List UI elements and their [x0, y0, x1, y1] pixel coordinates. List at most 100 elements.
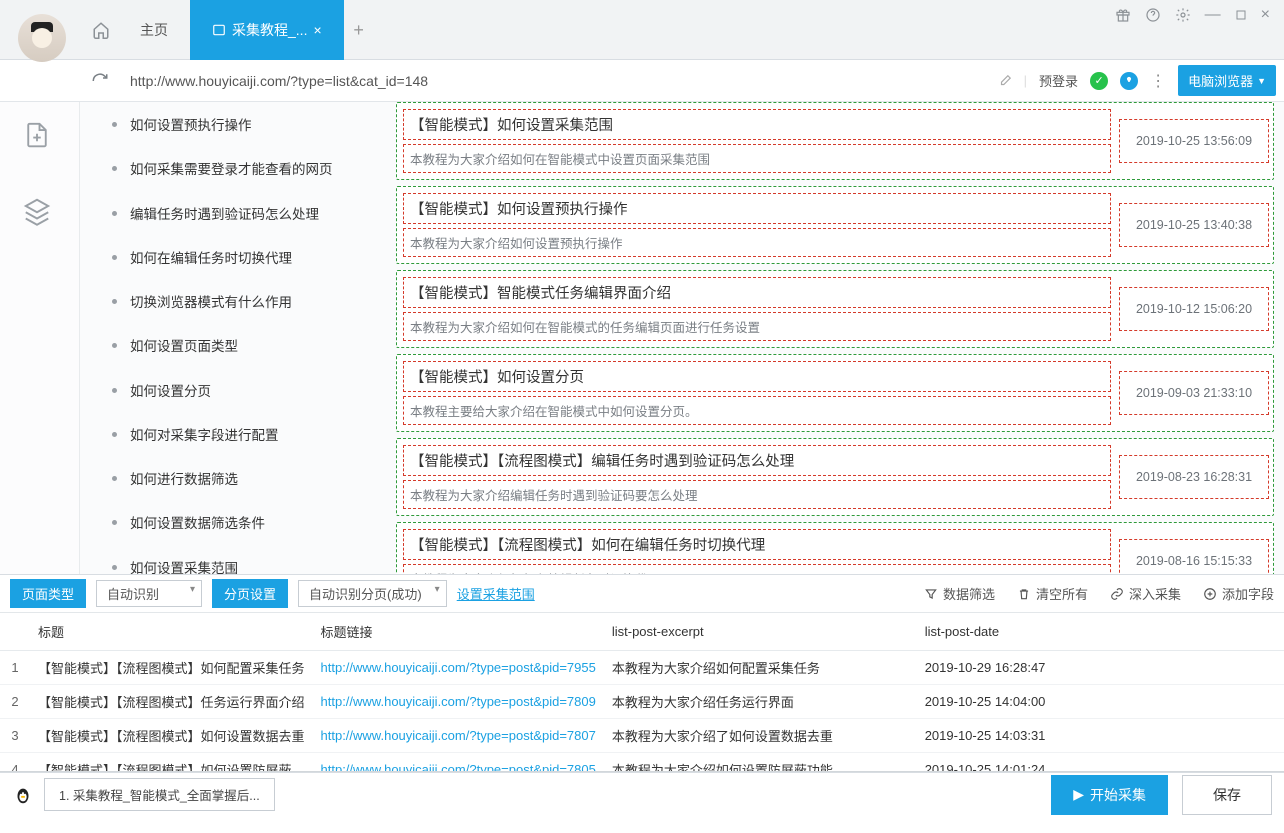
help-icon[interactable]: [1145, 7, 1161, 23]
article-date: 2019-08-16 15:15:33: [1119, 539, 1269, 574]
cell-excerpt: 本教程为大家介绍如何设置防屏蔽功能: [604, 753, 917, 773]
col-excerpt[interactable]: list-post-excerpt: [604, 613, 917, 651]
tab-home-label: 主页: [140, 20, 168, 40]
col-link[interactable]: 标题链接: [313, 613, 604, 651]
tab-strip: 主页 采集教程_... × +: [84, 0, 1115, 60]
sidebar-item[interactable]: 如何设置预执行操作: [112, 104, 362, 148]
cell-link[interactable]: http://www.houyicaiji.com/?type=post&pid…: [313, 651, 604, 685]
row-index: 3: [0, 719, 30, 753]
cell-link[interactable]: http://www.houyicaiji.com/?type=post&pid…: [313, 685, 604, 719]
tab-close-icon[interactable]: ×: [313, 22, 321, 38]
add-field-button[interactable]: 添加字段: [1203, 584, 1274, 603]
qq-icon[interactable]: [12, 784, 34, 806]
status-blue-icon[interactable]: [1120, 72, 1138, 90]
paging-button[interactable]: 分页设置: [212, 579, 288, 608]
sidebar-item[interactable]: 如何设置分页: [112, 370, 362, 414]
minimize-icon[interactable]: —: [1205, 6, 1221, 24]
clear-button[interactable]: 清空所有: [1017, 584, 1088, 603]
cell-title: 【智能模式】【流程图模式】如何配置采集任务: [30, 651, 313, 685]
close-icon[interactable]: ×: [1261, 6, 1270, 24]
data-table: 标题 标题链接 list-post-excerpt list-post-date…: [0, 613, 1284, 772]
article-list: 【智能模式】如何设置采集范围 本教程为大家介绍如何在智能模式中设置页面采集范围 …: [370, 102, 1284, 574]
sidebar-item[interactable]: 如何在编辑任务时切换代理: [112, 237, 362, 281]
data-table-wrap: 标题 标题链接 list-post-excerpt list-post-date…: [0, 612, 1284, 772]
sidebar-item[interactable]: 如何设置页面类型: [112, 325, 362, 369]
sidebar-item[interactable]: 如何对采集字段进行配置: [112, 414, 362, 458]
status-green-icon[interactable]: ✓: [1090, 72, 1108, 90]
article-card[interactable]: 【智能模式】【流程图模式】如何在编辑任务时切换代理 本教程为大家介绍如何在编辑任…: [396, 522, 1274, 574]
tab-home[interactable]: 主页: [118, 0, 190, 60]
gift-icon[interactable]: [1115, 7, 1131, 23]
article-date: 2019-09-03 21:33:10: [1119, 371, 1269, 415]
col-date[interactable]: list-post-date: [917, 613, 1284, 651]
deep-button[interactable]: 深入采集: [1110, 584, 1181, 603]
article-date: 2019-10-25 13:56:09: [1119, 119, 1269, 163]
page-type-button[interactable]: 页面类型: [10, 579, 86, 608]
article-title[interactable]: 【智能模式】如何设置预执行操作: [403, 193, 1111, 224]
article-date: 2019-10-25 13:40:38: [1119, 203, 1269, 247]
article-title[interactable]: 【智能模式】【流程图模式】如何在编辑任务时切换代理: [403, 529, 1111, 560]
page-sidebar: 如何设置预执行操作如何采集需要登录才能查看的网页编辑任务时遇到验证码怎么处理如何…: [80, 102, 370, 574]
cell-date: 2019-10-25 14:03:31: [917, 719, 1284, 753]
cell-date: 2019-10-25 14:04:00: [917, 685, 1284, 719]
tab-add-button[interactable]: +: [344, 15, 374, 45]
set-range-link[interactable]: 设置采集范围: [457, 584, 535, 603]
task-tab[interactable]: 1. 采集教程_智能模式_全面掌握后...: [44, 778, 275, 811]
start-button[interactable]: ▶ 开始采集: [1051, 775, 1168, 815]
article-excerpt: 本教程为大家介绍如何在编辑任务时切换代理: [403, 564, 1111, 574]
maximize-icon[interactable]: [1235, 9, 1247, 21]
url-bar: | 预登录 ✓ ⋮ 电脑浏览器 ▼: [0, 60, 1284, 102]
home-icon[interactable]: [84, 13, 118, 47]
article-card[interactable]: 【智能模式】如何设置分页 本教程主要给大家介绍在智能模式中如何设置分页。 201…: [396, 354, 1274, 432]
article-excerpt: 本教程为大家介绍如何设置预执行操作: [403, 228, 1111, 257]
sidebar-item[interactable]: 如何设置采集范围: [112, 547, 362, 575]
main: 如何设置预执行操作如何采集需要登录才能查看的网页编辑任务时遇到验证码怎么处理如何…: [0, 102, 1284, 574]
save-button[interactable]: 保存: [1182, 775, 1272, 815]
sidebar-item[interactable]: 如何进行数据筛选: [112, 458, 362, 502]
article-title[interactable]: 【智能模式】如何设置分页: [403, 361, 1111, 392]
article-card[interactable]: 【智能模式】智能模式任务编辑界面介绍 本教程为大家介绍如何在智能模式的任务编辑页…: [396, 270, 1274, 348]
url-input[interactable]: [122, 67, 988, 95]
col-index: [0, 613, 30, 651]
cell-link[interactable]: http://www.houyicaiji.com/?type=post&pid…: [313, 753, 604, 773]
more-icon[interactable]: ⋮: [1150, 71, 1166, 91]
prelogin-link[interactable]: 预登录: [1039, 71, 1078, 90]
table-row[interactable]: 1 【智能模式】【流程图模式】如何配置采集任务 http://www.houyi…: [0, 651, 1284, 685]
bottombar: 1. 采集教程_智能模式_全面掌握后... ▶ 开始采集 保存: [0, 772, 1284, 816]
article-excerpt: 本教程为大家介绍如何在智能模式中设置页面采集范围: [403, 144, 1111, 173]
col-title[interactable]: 标题: [30, 613, 313, 651]
article-card[interactable]: 【智能模式】如何设置预执行操作 本教程为大家介绍如何设置预执行操作 2019-1…: [396, 186, 1274, 264]
cell-date: 2019-10-25 14:01:24: [917, 753, 1284, 773]
tab-active[interactable]: 采集教程_... ×: [190, 0, 344, 60]
sidebar-item[interactable]: 切换浏览器模式有什么作用: [112, 281, 362, 325]
sidebar-item[interactable]: 如何设置数据筛选条件: [112, 502, 362, 546]
sidebar-item[interactable]: 如何采集需要登录才能查看的网页: [112, 148, 362, 192]
avatar[interactable]: [18, 14, 66, 62]
cell-link[interactable]: http://www.houyicaiji.com/?type=post&pid…: [313, 719, 604, 753]
filter-button[interactable]: 数据筛选: [924, 584, 995, 603]
table-row[interactable]: 4 【智能模式】【流程图模式】如何设置防屏蔽 http://www.houyic…: [0, 753, 1284, 773]
cell-title: 【智能模式】【流程图模式】如何设置数据去重: [30, 719, 313, 753]
article-title[interactable]: 【智能模式】智能模式任务编辑界面介绍: [403, 277, 1111, 308]
sidebar-item[interactable]: 编辑任务时遇到验证码怎么处理: [112, 193, 362, 237]
row-index: 2: [0, 685, 30, 719]
table-row[interactable]: 3 【智能模式】【流程图模式】如何设置数据去重 http://www.houyi…: [0, 719, 1284, 753]
table-row[interactable]: 2 【智能模式】【流程图模式】任务运行界面介绍 http://www.houyi…: [0, 685, 1284, 719]
page-icon: [212, 23, 226, 37]
tab-active-label: 采集教程_...: [232, 20, 307, 40]
cell-excerpt: 本教程为大家介绍如何配置采集任务: [604, 651, 917, 685]
gear-icon[interactable]: [1175, 7, 1191, 23]
pencil-icon[interactable]: [998, 74, 1012, 88]
article-title[interactable]: 【智能模式】【流程图模式】编辑任务时遇到验证码怎么处理: [403, 445, 1111, 476]
article-card[interactable]: 【智能模式】如何设置采集范围 本教程为大家介绍如何在智能模式中设置页面采集范围 …: [396, 102, 1274, 180]
browser-mode-button[interactable]: 电脑浏览器 ▼: [1178, 65, 1276, 96]
article-title[interactable]: 【智能模式】如何设置采集范围: [403, 109, 1111, 140]
article-excerpt: 本教程为大家介绍编辑任务时遇到验证码要怎么处理: [403, 480, 1111, 509]
reload-icon[interactable]: [88, 69, 112, 93]
layers-icon[interactable]: [22, 196, 58, 232]
paging-dropdown[interactable]: 自动识别分页(成功): [298, 580, 447, 607]
article-card[interactable]: 【智能模式】【流程图模式】编辑任务时遇到验证码怎么处理 本教程为大家介绍编辑任务…: [396, 438, 1274, 516]
page-type-dropdown[interactable]: 自动识别: [96, 580, 202, 607]
article-excerpt: 本教程主要给大家介绍在智能模式中如何设置分页。: [403, 396, 1111, 425]
new-file-icon[interactable]: [22, 120, 58, 156]
